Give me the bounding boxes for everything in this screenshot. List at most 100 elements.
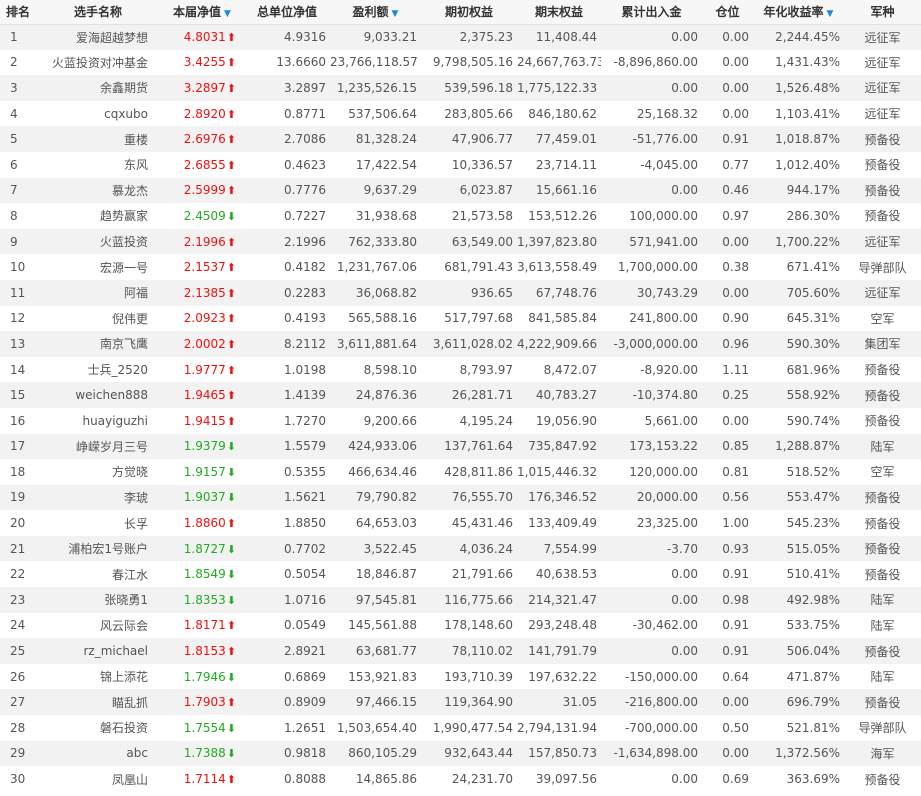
table-row[interactable]: 26 锦上添花 1.7946⬇ 0.6869 153,921.83 193,710.39 1… (0, 663, 921, 690)
player-name-cell[interactable]: 火蓝投资 (36, 229, 160, 255)
column-header-current-nav[interactable]: 本届净值 ▼ (160, 0, 244, 25)
player-name-cell[interactable]: cqxubo (36, 101, 160, 127)
position-cell: 0.69 (702, 766, 753, 792)
table-row[interactable]: 5 重楼 2.6976⬆ 2.7086 81,328.24 47,906.77 77,459… (0, 126, 921, 152)
table-row[interactable]: 10 宏源一号 2.1537⬆ 0.4182 1,231,767.06 681,791.4… (0, 254, 921, 280)
end-equity-cell-value: 141,791.79 (528, 644, 597, 659)
player-name-cell[interactable]: 趋势赢家 (36, 203, 160, 229)
table-row[interactable]: 29 abc 1.7388⬇ 0.9818 860,105.29 932,643.44 15… (0, 740, 921, 767)
player-name-cell[interactable]: 宏源一号 (36, 254, 160, 280)
arrow-up-icon: ⬆ (226, 56, 236, 70)
arrow-down-icon: ⬇ (226, 465, 236, 479)
player-name-cell[interactable]: 阿福 (36, 280, 160, 306)
table-row[interactable]: 6 东风 2.6855⬆ 0.4623 17,422.54 10,336.57 23,714… (0, 151, 921, 178)
column-header-player-name: 选手名称 (36, 0, 160, 25)
table-row[interactable]: 25 rz_michael 1.8153⬆ 2.8921 63,681.77 78,110… (0, 638, 921, 664)
table-row[interactable]: 16 huayiguzhi 1.9415⬆ 1.7270 9,200.66 4,195.2… (0, 407, 921, 434)
annual-return-cell-value: 363.69% (786, 772, 840, 787)
column-header-profit[interactable]: 盈利额 ▼ (330, 0, 421, 25)
table-row[interactable]: 27 瞄乱抓 1.7903⬆ 0.8909 97,466.15 119,364.90 31.… (0, 689, 921, 716)
sort-desc-icon[interactable]: ▼ (392, 9, 399, 19)
column-header-label: 总单位净值 (256, 5, 317, 20)
player-name-cell-value: 凤凰山 (111, 772, 148, 787)
army-type-cell: 远征军 (844, 75, 921, 101)
table-row[interactable]: 30 凤凰山 1.7114⬆ 0.8088 14,865.86 24,231.70 39,0… (0, 766, 921, 792)
table-row[interactable]: 11 阿福 2.1385⬆ 0.2283 36,068.82 936.65 67,748.7… (0, 279, 921, 306)
player-name-cell[interactable]: 火蓝投资对冲基金 (36, 50, 160, 76)
player-name-cell[interactable]: 重楼 (36, 126, 160, 152)
player-name-cell[interactable]: 张晓勇1 (36, 587, 160, 613)
table-row[interactable]: 2 火蓝投资对冲基金 3.4255⬆ 13.6660 23,766,118.57 9,79… (0, 49, 921, 76)
player-name-cell[interactable]: 凤凰山 (36, 766, 160, 792)
current-nav-cell: 1.9157⬇ (160, 459, 244, 485)
army-type-cell-value: 预备役 (864, 158, 901, 173)
unit-nav-cell-value: 2.8921 (284, 644, 326, 659)
position-cell: 0.77 (702, 152, 753, 178)
table-row[interactable]: 4 cqxubo 2.8920⬆ 0.8771 537,506.64 283,805.66… (0, 100, 921, 127)
table-row[interactable]: 15 weichen888 1.9465⬆ 1.4139 24,876.36 26,281… (0, 382, 921, 408)
player-name-cell[interactable]: 士兵_2520 (36, 357, 160, 383)
table-row[interactable]: 23 张晓勇1 1.8353⬇ 1.0716 97,545.81 116,775.66 21… (0, 587, 921, 613)
table-row[interactable]: 12 倪伟更 2.0923⬆ 0.4193 565,588.16 517,797.68 84… (0, 305, 921, 332)
table-row[interactable]: 22 春江水 1.8549⬇ 0.5054 18,846.87 21,791.66 40,6… (0, 561, 921, 588)
table-row[interactable]: 20 长孚 1.8860⬆ 1.8850 64,653.03 45,431.46 133,4… (0, 510, 921, 536)
table-row[interactable]: 8 趋势赢家 2.4509⬇ 0.7227 31,938.68 21,573.58 153,… (0, 203, 921, 229)
arrow-up-icon: ⬆ (226, 31, 236, 45)
cumulative-flow-cell-value: -216,800.00 (624, 695, 698, 710)
end-equity-cell-value: 157,850.73 (528, 746, 597, 761)
cumulative-flow-cell: 0.00 (601, 24, 702, 50)
cumulative-flow-cell: -8,896,860.00 (601, 50, 702, 76)
position-cell: 0.96 (702, 331, 753, 357)
annual-return-cell: 705.60% (753, 280, 844, 306)
table-row[interactable]: 28 磐石投资 1.7554⬇ 1.2651 1,503,654.40 1,990,477… (0, 715, 921, 741)
player-name-cell[interactable]: weichen888 (36, 382, 160, 408)
player-name-cell[interactable]: rz_michael (36, 638, 160, 664)
player-name-cell[interactable]: abc (36, 741, 160, 767)
player-name-cell[interactable]: 倪伟更 (36, 306, 160, 332)
table-row[interactable]: 19 李琥 1.9037⬇ 1.5621 79,790.82 76,555.70 176,3… (0, 484, 921, 511)
table-row[interactable]: 14 士兵_2520 1.9777⬆ 1.0198 8,598.10 8,793.97 8,… (0, 356, 921, 383)
sort-desc-icon[interactable]: ▼ (224, 9, 231, 19)
player-name-cell[interactable]: 浦柏宏1号账户 (36, 536, 160, 562)
player-name-cell[interactable]: 春江水 (36, 561, 160, 587)
player-name-cell[interactable]: 余鑫期货 (36, 75, 160, 101)
sort-desc-icon[interactable]: ▼ (827, 9, 834, 19)
table-row[interactable]: 21 浦柏宏1号账户 1.8727⬇ 0.7702 3,522.45 4,036.24 7,… (0, 535, 921, 562)
table-row[interactable]: 17 峥嵘岁月三号 1.9379⬇ 1.5579 424,933.06 137,761.6… (0, 433, 921, 460)
arrow-down-icon: ⬇ (226, 593, 236, 607)
player-name-cell[interactable]: 磐石投资 (36, 715, 160, 741)
player-name-cell[interactable]: 李琥 (36, 485, 160, 511)
army-type-cell-value: 导弹部队 (858, 260, 907, 275)
column-header-annual-return[interactable]: 年化收益率 ▼ (753, 0, 844, 25)
player-name-cell[interactable]: huayiguzhi (36, 408, 160, 434)
player-name-cell[interactable]: 峥嵘岁月三号 (36, 434, 160, 460)
start-equity-cell: 932,643.44 (421, 741, 517, 767)
player-name-cell-value: 锦上添花 (99, 670, 148, 685)
table-row[interactable]: 18 方觉晓 1.9157⬇ 0.5355 466,634.46 428,811.86 1,… (0, 459, 921, 485)
player-name-cell[interactable]: 瞄乱抓 (36, 689, 160, 715)
player-name-cell[interactable]: 方觉晓 (36, 459, 160, 485)
army-type-cell: 陆军 (844, 613, 921, 639)
unit-nav-cell-value: 1.0198 (284, 362, 326, 377)
table-row[interactable]: 13 南京飞鹰 2.0002⬆ 8.2112 3,611,881.64 3,611,028… (0, 331, 921, 357)
player-name-cell[interactable]: 长孚 (36, 510, 160, 536)
player-name-cell[interactable]: 南京飞鹰 (36, 331, 160, 357)
player-name-cell[interactable]: 慕龙杰 (36, 178, 160, 204)
unit-nav-cell-value: 0.0549 (284, 618, 326, 633)
position-cell: 0.90 (702, 306, 753, 332)
player-name-cell[interactable]: 风云际会 (36, 613, 160, 639)
cumulative-flow-cell-value: 0.00 (671, 592, 698, 607)
player-name-cell[interactable]: 东风 (36, 152, 160, 178)
table-row[interactable]: 24 风云际会 1.8171⬆ 0.0549 145,561.88 178,148.60 2… (0, 612, 921, 639)
player-name-cell[interactable]: 爱海超越梦想 (36, 24, 160, 50)
table-row[interactable]: 3 余鑫期货 3.2897⬆ 3.2897 1,235,526.15 539,596.18… (0, 75, 921, 101)
table-row[interactable]: 9 火蓝投资 2.1996⬆ 2.1996 762,333.80 63,549.00 1,3… (0, 228, 921, 255)
end-equity-cell: 31.05 (517, 689, 601, 715)
end-equity-cell: 77,459.01 (517, 126, 601, 152)
current-nav-cell: 2.0923⬆ (160, 306, 244, 332)
annual-return-cell-value: 590.74% (786, 413, 840, 428)
table-row[interactable]: 7 慕龙杰 2.5999⬆ 0.7776 9,637.29 6,023.87 15,661.… (0, 177, 921, 204)
player-name-cell[interactable]: 锦上添花 (36, 664, 160, 690)
annual-return-cell-value: 590.30% (786, 336, 840, 351)
table-row[interactable]: 1 爱海超越梦想 4.8031⬆ 4.9316 9,033.21 2,375.23 11,4… (0, 24, 921, 50)
